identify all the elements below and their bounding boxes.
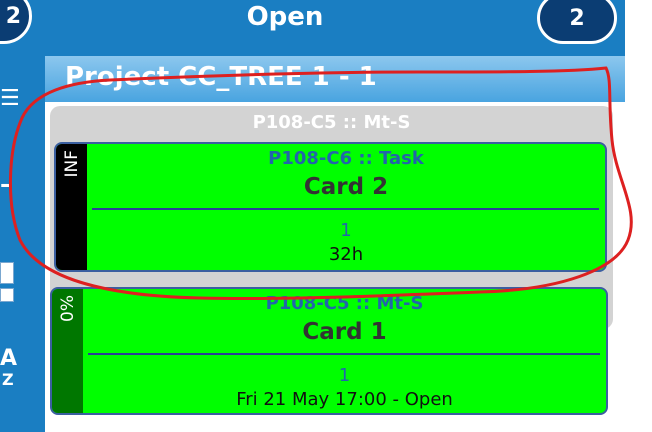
card-item[interactable]: 0% P108-C5 :: Mt-S Card 1 1 Fri 21 May 1… <box>50 287 608 415</box>
left-count-value: 2 <box>5 3 21 29</box>
sort-az-icon-top[interactable]: A <box>0 346 17 371</box>
card-side-text: 0% <box>58 295 78 322</box>
filter-input[interactable] <box>0 262 14 284</box>
card-count: 1 <box>340 220 352 241</box>
column-header: Open 2 <box>45 0 625 56</box>
group-title: P108-C5 :: Mt-S <box>252 112 411 133</box>
project-panel: Project CC_TREE 1 - 1 P108-C5 :: Mt-S IN… <box>45 56 625 432</box>
card-subtitle: P108-C5 :: Mt-S <box>265 293 424 314</box>
card-side-text: INF <box>62 150 82 178</box>
card-name: Card 1 <box>302 319 387 345</box>
project-header[interactable]: Project CC_TREE 1 - 1 <box>45 56 625 102</box>
card-divider <box>92 208 599 210</box>
card-count: 1 <box>338 365 351 386</box>
filter-checkbox[interactable] <box>0 288 14 302</box>
column-title: Open <box>246 2 324 32</box>
right-gutter <box>625 0 652 432</box>
card-meta: Fri 21 May 17:00 - Open <box>236 389 453 410</box>
card-side-label: 0% <box>52 289 83 413</box>
collapse-icon[interactable]: – <box>0 170 12 198</box>
left-strip: 2 ☰ – A Z <box>0 0 45 432</box>
card-divider <box>88 353 600 355</box>
menu-icon[interactable]: ☰ <box>0 86 20 111</box>
column-count-value: 2 <box>569 5 585 31</box>
card-name: Card 2 <box>303 174 389 200</box>
card-side-label: INF <box>56 144 87 270</box>
project-title: Project CC_TREE 1 - 1 <box>65 62 377 92</box>
card-meta: 32h <box>328 244 364 265</box>
sort-az-icon-bottom[interactable]: Z <box>2 370 14 389</box>
column-count-badge[interactable]: 2 <box>537 0 617 44</box>
card-item[interactable]: INF P108-C6 :: Task Card 2 1 32h <box>54 142 607 272</box>
left-count-badge[interactable]: 2 <box>0 0 32 44</box>
card-subtitle: P108-C6 :: Task <box>268 148 424 169</box>
